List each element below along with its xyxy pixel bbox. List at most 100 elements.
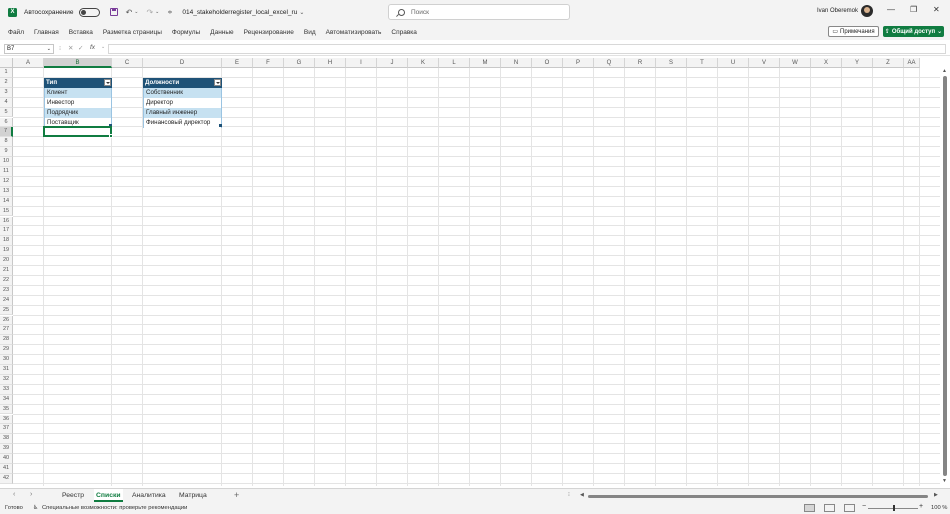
name-box-chevron-down-icon[interactable]: ⌄: [47, 45, 51, 53]
row-header-7[interactable]: 7: [0, 127, 13, 138]
tab-insert[interactable]: Вставка: [69, 29, 93, 36]
add-sheet-icon[interactable]: +: [234, 490, 239, 500]
zoom-slider-thumb[interactable]: [893, 505, 895, 511]
table-cell[interactable]: Финансовый директор: [143, 117, 222, 128]
column-header-i[interactable]: I: [346, 58, 377, 68]
tab-formulas[interactable]: Формулы: [172, 29, 200, 36]
enter-icon[interactable]: ✓: [78, 44, 83, 52]
column-header-k[interactable]: K: [408, 58, 439, 68]
user-name[interactable]: Ivan Oberemok: [817, 8, 858, 14]
close-icon[interactable]: ✕: [933, 5, 940, 14]
active-cell-selection[interactable]: [43, 126, 112, 138]
fill-handle[interactable]: [109, 134, 113, 139]
row-header-28[interactable]: 28: [0, 335, 13, 346]
sheet-tab-matrix[interactable]: Матрица: [179, 489, 207, 502]
row-header-15[interactable]: 15: [0, 206, 13, 217]
table-cell[interactable]: Инвестор: [44, 97, 112, 108]
row-header-35[interactable]: 35: [0, 404, 13, 415]
name-box[interactable]: B7 ⌄: [4, 44, 54, 54]
tab-help[interactable]: Справка: [391, 29, 417, 36]
table-cell[interactable]: Клиент: [44, 87, 112, 98]
filename-chevron-down-icon[interactable]: ⌄: [299, 9, 304, 16]
column-header-q[interactable]: Q: [594, 58, 625, 68]
next-sheet-icon[interactable]: ›: [30, 491, 32, 498]
horizontal-scrollbar[interactable]: ◀ ▶: [580, 492, 940, 499]
tab-home[interactable]: Главная: [34, 29, 59, 36]
column-header-y[interactable]: Y: [842, 58, 873, 68]
worksheet-grid[interactable]: A B C D E F G H I J K L M N O P Q R S T U V W X Y Z AA 1 2 3 4 5 6 7 8 9 10…: [0, 58, 950, 486]
horizontal-scroll-thumb[interactable]: [588, 494, 928, 498]
row-header-3[interactable]: 3: [0, 87, 13, 98]
table-header-cell[interactable]: Тип: [44, 77, 112, 88]
column-header-p[interactable]: P: [563, 58, 594, 68]
avatar[interactable]: [861, 5, 873, 17]
row-header-12[interactable]: 12: [0, 176, 13, 187]
row-header-4[interactable]: 4: [0, 97, 13, 108]
column-header-s[interactable]: S: [656, 58, 687, 68]
row-header-40[interactable]: 40: [0, 454, 13, 464]
zoom-level[interactable]: 100 %: [931, 505, 947, 511]
share-button[interactable]: ⇪ Общий доступ ⌄: [883, 26, 944, 37]
row-header-9[interactable]: 9: [0, 147, 13, 158]
column-header-w[interactable]: W: [780, 58, 811, 68]
column-header-m[interactable]: M: [470, 58, 501, 68]
column-header-a[interactable]: A: [13, 58, 44, 68]
vertical-scrollbar[interactable]: ▲ ▼: [940, 68, 950, 486]
prev-sheet-icon[interactable]: ‹: [13, 491, 15, 498]
column-header-r[interactable]: R: [625, 58, 656, 68]
fx-chevron-down-icon[interactable]: ⌄: [101, 44, 105, 50]
filter-dropdown-icon[interactable]: [104, 79, 111, 87]
row-header-37[interactable]: 37: [0, 424, 13, 435]
row-header-27[interactable]: 27: [0, 325, 13, 336]
page-break-view-icon[interactable]: [844, 504, 855, 512]
tabs-splitter-icon[interactable]: ⁝: [568, 491, 570, 498]
scroll-down-icon[interactable]: ▼: [942, 478, 947, 484]
row-header-10[interactable]: 10: [0, 157, 13, 167]
minimize-icon[interactable]: —: [887, 5, 895, 14]
column-header-h[interactable]: H: [315, 58, 346, 68]
row-header-8[interactable]: 8: [0, 137, 13, 148]
row-header-2[interactable]: 2: [0, 77, 13, 88]
scroll-right-icon[interactable]: ▶: [934, 492, 938, 498]
column-header-z[interactable]: Z: [873, 58, 904, 68]
row-header-11[interactable]: 11: [0, 167, 13, 177]
page-layout-view-icon[interactable]: [824, 504, 835, 512]
customize-toolbar-icon[interactable]: ≑: [167, 9, 172, 16]
tab-view[interactable]: Вид: [304, 29, 316, 36]
sheet-tab-analytics[interactable]: Аналитика: [132, 489, 166, 502]
autosave-toggle[interactable]: [78, 7, 100, 17]
row-header-22[interactable]: 22: [0, 275, 13, 286]
row-header-32[interactable]: 32: [0, 374, 13, 385]
row-header-42[interactable]: 42: [0, 473, 13, 484]
column-header-u[interactable]: U: [718, 58, 749, 68]
row-header-16[interactable]: 16: [0, 216, 13, 227]
column-header-x[interactable]: X: [811, 58, 842, 68]
column-header-t[interactable]: T: [687, 58, 718, 68]
filter-dropdown-icon[interactable]: [214, 79, 221, 87]
comments-button[interactable]: ▭ Примечания: [828, 26, 879, 37]
redo-dropdown-icon[interactable]: ⌄: [155, 9, 159, 15]
column-header-n[interactable]: N: [501, 58, 532, 68]
column-header-v[interactable]: V: [749, 58, 780, 68]
select-all-corner[interactable]: [0, 58, 13, 68]
table-resize-handle[interactable]: [219, 124, 222, 128]
table-cell[interactable]: Директор: [143, 97, 222, 108]
row-header-1[interactable]: 1: [0, 68, 13, 78]
column-header-j[interactable]: J: [377, 58, 408, 68]
row-header-5[interactable]: 5: [0, 107, 13, 118]
row-header-38[interactable]: 38: [0, 434, 13, 445]
row-header-17[interactable]: 17: [0, 226, 13, 237]
row-header-14[interactable]: 14: [0, 196, 13, 207]
column-header-e[interactable]: E: [222, 58, 253, 68]
accessibility-icon[interactable]: ♿: [33, 505, 38, 511]
row-header-30[interactable]: 30: [0, 355, 13, 365]
column-header-g[interactable]: G: [284, 58, 315, 68]
column-header-d[interactable]: D: [143, 58, 222, 68]
row-header-39[interactable]: 39: [0, 444, 13, 455]
row-header-41[interactable]: 41: [0, 464, 13, 474]
row-header-21[interactable]: 21: [0, 266, 13, 276]
formula-input[interactable]: [108, 44, 946, 54]
table-cell[interactable]: Главный инженер: [143, 107, 222, 118]
table-cell[interactable]: Подрядчик: [44, 107, 112, 118]
tab-review[interactable]: Рецензирование: [244, 29, 294, 36]
